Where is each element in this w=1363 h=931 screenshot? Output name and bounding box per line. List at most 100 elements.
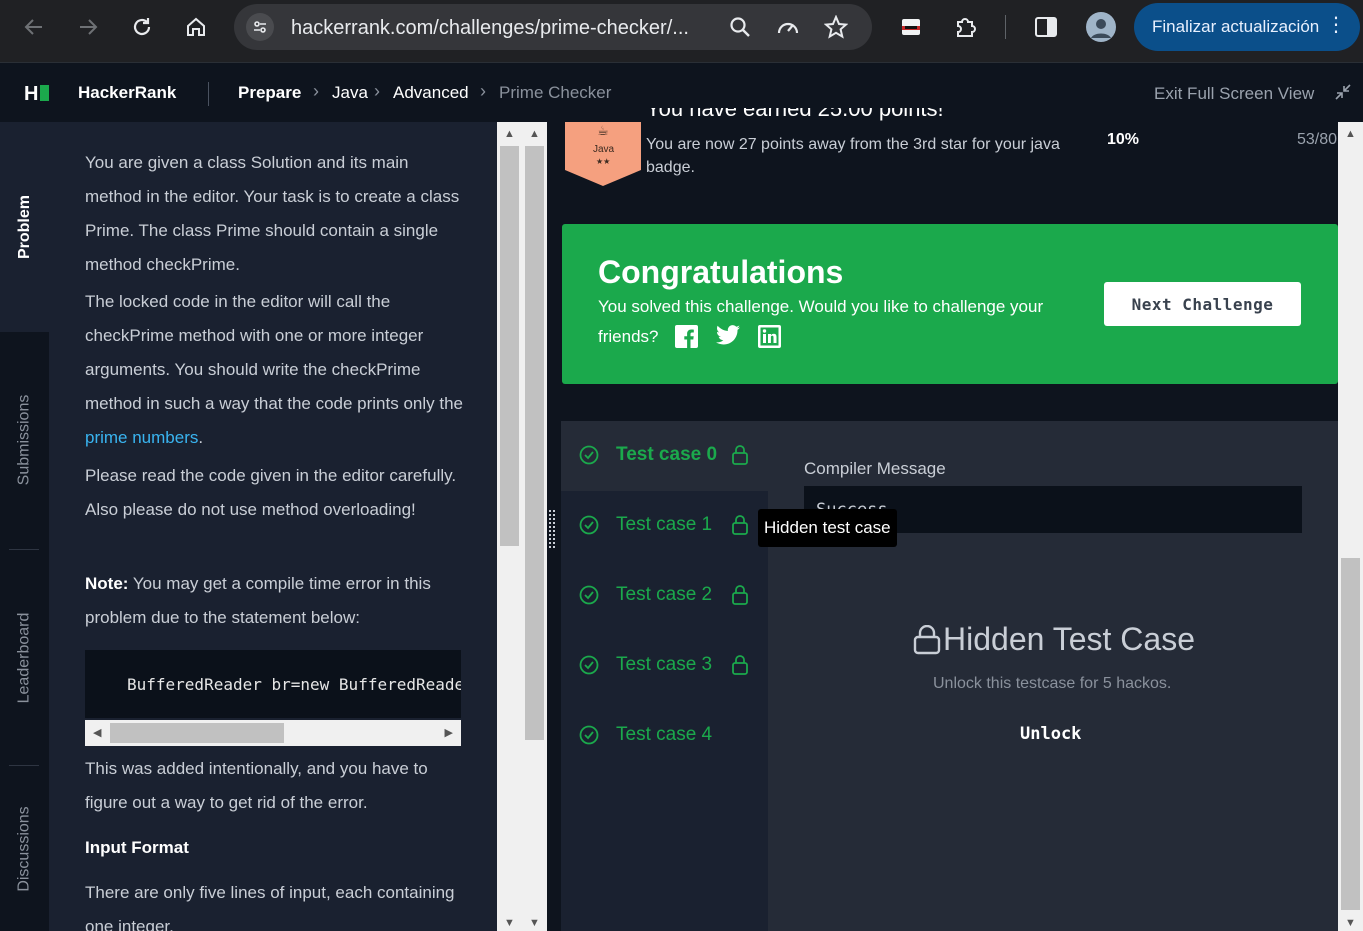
test-case-label: Test case 1 xyxy=(616,514,713,535)
zoom-button[interactable] xyxy=(726,13,754,41)
earned-points-text: You have earned 25.00 points! xyxy=(646,108,1086,128)
scroll-down-icon[interactable]: ▼ xyxy=(529,917,540,929)
problem-paragraph: This was added intentionally, and you ha… xyxy=(85,759,428,812)
twitter-icon[interactable] xyxy=(716,325,741,345)
breadcrumb-java[interactable]: Java xyxy=(332,83,368,103)
vertical-tabs: Problem Submissions Leaderboard Discussi… xyxy=(0,122,49,931)
finish-update-label: Finalizar actualización xyxy=(1152,17,1320,36)
prime-numbers-link[interactable]: prime numbers xyxy=(85,428,198,447)
collapse-icon[interactable] xyxy=(1334,83,1352,101)
extensions-menu-button[interactable] xyxy=(948,9,984,45)
star-icon xyxy=(824,15,848,39)
forward-button[interactable] xyxy=(70,9,106,45)
lock-icon xyxy=(732,515,748,535)
url-text[interactable]: hackerrank.com/challenges/prime-checker/… xyxy=(291,17,689,40)
code-block: BufferedReader br=new BufferedReader(new… xyxy=(85,650,461,718)
test-case-4[interactable]: Test case 4 xyxy=(561,701,768,771)
tab-discussions[interactable]: Discussions xyxy=(0,766,49,931)
hidden-test-case-text: Hidden Test Case xyxy=(943,621,1195,657)
check-circle-icon xyxy=(579,655,599,675)
home-button[interactable] xyxy=(178,9,214,45)
exit-fullscreen-link[interactable]: Exit Full Screen View xyxy=(1154,84,1314,104)
reload-button[interactable] xyxy=(124,9,160,45)
profile-button[interactable] xyxy=(1083,9,1119,45)
check-circle-icon xyxy=(579,515,599,535)
extension-badge-icon xyxy=(902,19,920,35)
tab-discussions-label: Discussions xyxy=(15,805,33,892)
lock-icon xyxy=(913,624,941,654)
test-case-2[interactable]: Test case 2 xyxy=(561,561,768,631)
note-paragraph: Note: You may get a compile time error i… xyxy=(85,567,465,635)
congrats-subtitle: You solved this challenge. Would you lik… xyxy=(598,292,1068,352)
scroll-down-icon[interactable]: ▼ xyxy=(504,917,515,929)
test-case-1[interactable]: Test case 1 xyxy=(561,491,768,561)
check-circle-icon xyxy=(579,445,599,465)
toolbar-divider xyxy=(1005,15,1006,39)
paragraph-text: . xyxy=(198,428,204,447)
scrollbar-thumb[interactable] xyxy=(1341,558,1360,910)
side-panel-button[interactable] xyxy=(1028,9,1064,45)
problem-paragraph: There are only five lines of input, each… xyxy=(85,883,455,931)
finish-update-button[interactable]: Finalizar actualización ⋮ xyxy=(1134,3,1360,51)
test-case-3[interactable]: Test case 3 xyxy=(561,631,768,701)
back-button[interactable] xyxy=(16,9,52,45)
hackerrank-logo[interactable]: H xyxy=(24,83,50,106)
tab-problem[interactable]: Problem xyxy=(0,122,49,332)
problem-vertical-scrollbar[interactable]: ▲ ▼ xyxy=(497,122,522,931)
scrollbar-thumb[interactable] xyxy=(525,146,544,740)
performance-button[interactable] xyxy=(774,13,802,41)
note-label: Note: xyxy=(85,574,129,593)
code-horizontal-scrollbar[interactable]: ◀ ▶ xyxy=(85,720,461,746)
next-challenge-button[interactable]: Next Challenge xyxy=(1104,282,1301,326)
bookmark-button[interactable] xyxy=(822,13,850,41)
tab-leaderboard[interactable]: Leaderboard xyxy=(0,550,49,765)
test-case-0[interactable]: Test case 0 xyxy=(561,421,768,491)
scrollbar-thumb[interactable] xyxy=(110,723,284,743)
tab-submissions-label: Submissions xyxy=(15,394,33,485)
scroll-up-icon[interactable]: ▲ xyxy=(1345,128,1356,140)
tab-submissions[interactable]: Submissions xyxy=(0,332,49,547)
arrow-left-icon xyxy=(24,19,42,35)
speedometer-icon xyxy=(777,22,799,34)
badge-progress-percent: 10% xyxy=(1107,131,1140,148)
linkedin-icon[interactable] xyxy=(758,325,782,348)
java-badge: ☕ Java ★★ xyxy=(561,112,645,186)
browser-toolbar: hackerrank.com/challenges/prime-checker/… xyxy=(0,0,1363,62)
panel-vertical-scrollbar[interactable]: ▲ ▼ xyxy=(522,122,547,931)
brand-name[interactable]: HackerRank xyxy=(78,83,176,103)
scrollbar-thumb[interactable] xyxy=(500,146,519,546)
extension-button[interactable] xyxy=(893,9,929,45)
scroll-up-icon[interactable]: ▲ xyxy=(529,128,540,140)
unlock-button[interactable]: Unlock xyxy=(1020,724,1081,744)
breadcrumb-current: Prime Checker xyxy=(499,83,612,102)
arrow-right-icon xyxy=(80,19,98,35)
scroll-right-icon[interactable]: ▶ xyxy=(445,726,453,739)
problem-paragraph: Please read the code given in the editor… xyxy=(85,466,457,519)
puzzle-icon xyxy=(957,18,976,37)
input-format-heading: Input Format xyxy=(85,838,189,857)
more-vert-icon[interactable]: ⋮ xyxy=(1326,15,1346,35)
search-icon xyxy=(730,17,750,37)
scroll-up-icon[interactable]: ▲ xyxy=(504,128,515,140)
drag-handle-icon[interactable] xyxy=(549,510,555,550)
test-results: Test case 0 Test case 1 Test case 2 Test… xyxy=(561,421,1338,931)
scroll-down-icon[interactable]: ▼ xyxy=(1345,917,1356,929)
code-text: BufferedReader br=new BufferedReader(new… xyxy=(127,675,461,694)
page-vertical-scrollbar[interactable]: ▲ ▼ xyxy=(1338,122,1363,931)
tab-leaderboard-label: Leaderboard xyxy=(15,612,33,703)
check-circle-icon xyxy=(579,585,599,605)
home-icon xyxy=(187,17,205,36)
breadcrumb-advanced[interactable]: Advanced xyxy=(393,83,469,103)
badge-progress-text: You are now 27 points away from the 3rd … xyxy=(646,136,1060,176)
congrats-text: You solved this challenge. Would you lik… xyxy=(598,297,1044,346)
breadcrumb-prepare[interactable]: Prepare xyxy=(238,83,301,103)
site-settings-button[interactable] xyxy=(246,13,274,41)
test-case-label: Test case 4 xyxy=(616,724,713,745)
problem-paragraph: The locked code in the editor will call … xyxy=(85,285,465,455)
chevron-right-icon: › xyxy=(374,81,380,101)
scroll-left-icon[interactable]: ◀ xyxy=(93,726,101,739)
address-bar[interactable]: hackerrank.com/challenges/prime-checker/… xyxy=(234,4,872,50)
hidden-test-case-title: Hidden Test Case xyxy=(913,621,1195,658)
hidden-test-case-tooltip: Hidden test case xyxy=(758,509,897,547)
facebook-icon[interactable] xyxy=(675,325,699,348)
